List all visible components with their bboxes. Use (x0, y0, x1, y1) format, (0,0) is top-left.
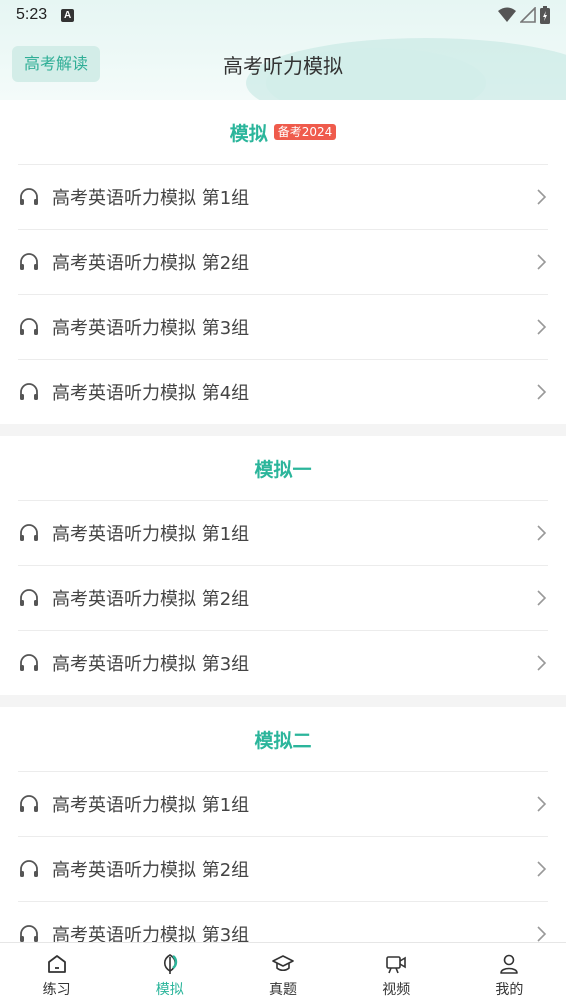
tab-practice[interactable]: 练习 (0, 943, 113, 1008)
headphones-icon (20, 188, 38, 205)
list-item[interactable]: 高考英语听力模拟 第3组 (18, 901, 548, 942)
list-item-label: 高考英语听力模拟 第3组 (52, 925, 250, 942)
list-item[interactable]: 高考英语听力模拟 第2组 (18, 565, 548, 630)
list-item[interactable]: 高考英语听力模拟 第1组 (18, 164, 548, 229)
chevron-right-icon (537, 861, 547, 877)
list-item[interactable]: 高考英语听力模拟 第1组 (18, 771, 548, 836)
signal-icon (520, 7, 536, 23)
headphones-icon (20, 524, 38, 541)
chevron-right-icon (537, 384, 547, 400)
tab-label: 练习 (42, 981, 71, 998)
video-icon (386, 955, 407, 973)
lesson-list: 高考英语听力模拟 第1组 高考英语听力模拟 第2组 高考英语听力模拟 第3组 高… (18, 164, 548, 424)
tab-simulation[interactable]: 模拟 (113, 943, 226, 1008)
status-bar: 5:23 A (0, 0, 566, 30)
headphones-icon (20, 925, 38, 942)
lesson-list: 高考英语听力模拟 第1组 高考英语听力模拟 第2组 高考英语听力模拟 第3组 (18, 500, 548, 695)
home-icon (47, 954, 66, 973)
list-item[interactable]: 高考英语听力模拟 第3组 (18, 630, 548, 695)
bottom-tab-bar: 练习 模拟 真题 视频 我的 (0, 942, 566, 1008)
list-item[interactable]: 高考英语听力模拟 第4组 (18, 359, 548, 424)
list-item-label: 高考英语听力模拟 第3组 (52, 654, 250, 675)
section-moni-2: 模拟二 高考英语听力模拟 第1组 高考英语听力模拟 第2组 高考英语听力模拟 第… (0, 707, 566, 942)
chevron-right-icon (537, 254, 547, 270)
list-item[interactable]: 高考英语听力模拟 第3组 (18, 294, 548, 359)
section-title-text: 模拟一 (254, 458, 312, 481)
content-list: 模拟 备考2024 高考英语听力模拟 第1组 高考英语听力模拟 第2组 高考英语… (0, 100, 566, 942)
headphones-icon (20, 383, 38, 400)
exam-year-badge: 备考2024 (273, 124, 337, 140)
section-divider (0, 695, 566, 707)
headphones-icon (20, 860, 38, 877)
section-divider (0, 424, 566, 436)
lesson-list: 高考英语听力模拟 第1组 高考英语听力模拟 第2组 高考英语听力模拟 第3组 (18, 771, 548, 942)
list-item-label: 高考英语听力模拟 第1组 (52, 524, 250, 545)
chevron-right-icon (537, 796, 547, 812)
section-title: 模拟一 (0, 436, 566, 500)
gaokao-explain-button[interactable]: 高考解读 (12, 46, 101, 82)
list-item[interactable]: 高考英语听力模拟 第2组 (18, 229, 548, 294)
headphones-icon (20, 795, 38, 812)
tab-label: 真题 (269, 981, 297, 998)
section-moni-1: 模拟一 高考英语听力模拟 第1组 高考英语听力模拟 第2组 高考英语听力模拟 第… (0, 436, 566, 695)
tab-label: 视频 (382, 981, 411, 998)
list-item-label: 高考英语听力模拟 第2组 (52, 860, 250, 881)
list-item-label: 高考英语听力模拟 第1组 (52, 795, 250, 816)
leaf-icon (163, 953, 177, 974)
chevron-right-icon (537, 590, 547, 606)
user-icon (500, 954, 519, 974)
list-item-label: 高考英语听力模拟 第2组 (52, 589, 250, 610)
wifi-icon (498, 7, 516, 22)
chevron-right-icon (537, 319, 547, 335)
chevron-right-icon (537, 189, 547, 205)
list-item-label: 高考英语听力模拟 第2组 (52, 253, 250, 274)
headphones-icon (20, 589, 38, 606)
section-title-text: 模拟 (229, 122, 268, 145)
tab-videos[interactable]: 视频 (340, 943, 453, 1008)
graduation-cap-icon (272, 954, 294, 971)
tab-mine[interactable]: 我的 (453, 943, 566, 1008)
section-title-text: 模拟二 (254, 729, 312, 752)
status-icons (498, 6, 550, 24)
list-item-label: 高考英语听力模拟 第4组 (52, 383, 250, 404)
headphones-icon (20, 253, 38, 270)
tab-label: 我的 (495, 981, 524, 998)
section-moni: 模拟 备考2024 高考英语听力模拟 第1组 高考英语听力模拟 第2组 高考英语… (0, 100, 566, 424)
list-item-label: 高考英语听力模拟 第1组 (52, 188, 250, 209)
headphones-icon (20, 318, 38, 335)
chevron-right-icon (537, 525, 547, 541)
list-item-label: 高考英语听力模拟 第3组 (52, 318, 250, 339)
tab-label: 模拟 (155, 981, 184, 998)
section-title: 模拟 备考2024 (0, 100, 566, 164)
chevron-right-icon (537, 926, 547, 942)
list-item[interactable]: 高考英语听力模拟 第1组 (18, 500, 548, 565)
headphones-icon (20, 654, 38, 671)
list-item[interactable]: 高考英语听力模拟 第2组 (18, 836, 548, 901)
battery-icon (540, 6, 550, 24)
notification-a-icon: A (61, 8, 75, 22)
section-title: 模拟二 (0, 707, 566, 771)
tab-past-papers[interactable]: 真题 (226, 943, 339, 1008)
chevron-right-icon (537, 655, 547, 671)
status-time: 5:23 (16, 6, 48, 23)
